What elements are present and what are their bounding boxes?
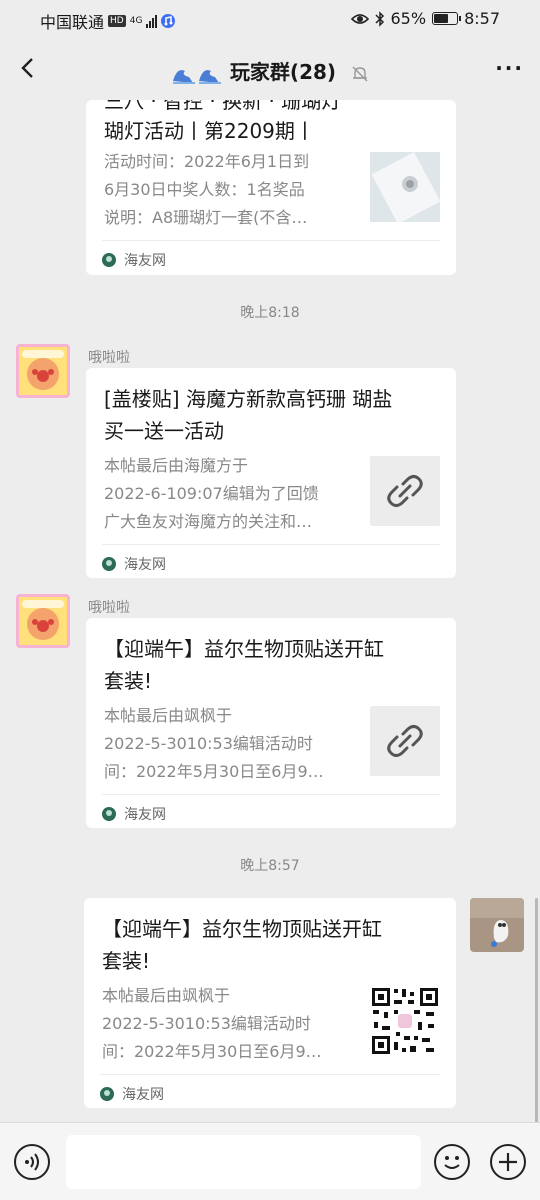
message-card[interactable]: [盖楼贴] 海魔方新款高钙珊 瑚盐 买一送一活动 本帖最后由海魔方于 2022-…	[86, 368, 456, 578]
source-logo-icon	[102, 253, 116, 267]
avatar[interactable]	[16, 594, 70, 648]
music-icon	[161, 14, 176, 28]
message-card[interactable]: 三八 · 智控 · 换新 · 珊瑚灯 瑚灯活动丨第2209期丨 活动时间：202…	[86, 100, 456, 275]
card-source: 海友网	[102, 250, 166, 270]
card-desc-line: 间：2022年5月30日至6月9…	[104, 762, 324, 781]
network-type-label: 4G	[129, 15, 143, 26]
message-card[interactable]: 【迎端午】益尔生物顶贴送开缸 套装! 本帖最后由飒枫于 2022-5-3010:…	[86, 618, 456, 828]
card-title-line: 瑚灯活动丨第2209期丨	[104, 119, 315, 143]
link-icon	[387, 475, 423, 507]
card-desc-line: 活动时间：2022年6月1日到	[104, 152, 310, 171]
eye-icon	[350, 13, 369, 24]
source-logo-icon	[102, 557, 116, 571]
timestamp: 晚上8:18	[240, 305, 300, 321]
carrier-label: 中国联通	[40, 13, 105, 32]
source-logo-icon	[102, 807, 116, 821]
plus-icon[interactable]	[490, 1144, 526, 1180]
bluetooth-icon	[374, 10, 384, 27]
source-logo-icon	[100, 1087, 114, 1101]
hd-badge: HD	[108, 15, 126, 27]
qr-code-icon	[370, 986, 440, 1056]
battery-percent: 65%	[390, 9, 427, 28]
status-right: 65% 8:57	[350, 9, 500, 28]
emoji-icon[interactable]	[434, 1144, 470, 1180]
card-desc-line: 间：2022年5月30日至6月9…	[102, 1042, 322, 1061]
card-title-line: 【迎端午】益尔生物顶贴送开缸	[102, 917, 382, 941]
source-name: 海友网	[124, 557, 166, 573]
card-title-line: 套装!	[102, 949, 151, 973]
chat-header: 玩家群(28) ···	[0, 38, 540, 100]
status-left: 中国联通 HD 4G	[40, 9, 176, 33]
card-source: 海友网	[102, 554, 166, 574]
link-icon	[387, 725, 423, 757]
message-input[interactable]	[66, 1135, 421, 1189]
card-desc-line: 2022-5-3010:53编辑活动时	[102, 1014, 311, 1033]
qr-code-thumbnail	[370, 986, 440, 1056]
card-divider	[102, 544, 440, 545]
card-thumbnail	[370, 706, 440, 776]
card-desc-line: 2022-5-3010:53编辑活动时	[104, 734, 313, 753]
status-time: 8:57	[464, 9, 500, 28]
card-divider	[100, 1074, 440, 1075]
card-divider	[102, 240, 440, 241]
chat-title: 玩家群(28)	[229, 60, 337, 84]
source-name: 海友网	[122, 1087, 164, 1103]
input-bar	[0, 1122, 540, 1200]
wave-emoji-icon	[172, 69, 221, 84]
card-desc-line: 说明：A8珊瑚灯一套(不含…	[104, 208, 308, 227]
signal-icon	[146, 14, 158, 28]
mute-bell-icon	[352, 66, 368, 81]
card-title-line: [盖楼贴] 海魔方新款高钙珊 瑚盐	[104, 387, 393, 411]
more-icon[interactable]: ···	[495, 56, 524, 80]
status-bar: 中国联通 HD 4G 65% 8:57	[0, 0, 540, 38]
message-card-self[interactable]: 【迎端午】益尔生物顶贴送开缸 套装! 本帖最后由飒枫于 2022-5-3010:…	[84, 898, 456, 1108]
card-desc-line: 本帖最后由飒枫于	[104, 706, 233, 725]
sender-name: 哦啦啦	[88, 600, 130, 616]
voice-icon[interactable]	[14, 1144, 50, 1180]
card-desc-line: 2022-6-109:07编辑为了回馈	[104, 484, 319, 503]
chat-title-row: 玩家群(28)	[0, 56, 540, 85]
card-title-line: 【迎端午】益尔生物顶贴送开缸	[104, 637, 384, 661]
card-thumbnail	[370, 456, 440, 526]
card-title-partial: 三八 · 智控 · 换新 · 珊瑚灯	[104, 100, 342, 113]
timestamp: 晚上8:57	[240, 858, 300, 874]
card-divider	[102, 794, 440, 795]
source-name: 海友网	[124, 253, 166, 269]
sender-name: 哦啦啦	[88, 350, 130, 366]
card-desc-line: 6月30日中奖人数：1名奖品	[104, 180, 305, 199]
card-source: 海友网	[102, 804, 166, 824]
card-title-line: 套装!	[104, 669, 153, 693]
self-avatar[interactable]	[470, 898, 524, 952]
avatar[interactable]	[16, 344, 70, 398]
card-title-line: 买一送一活动	[104, 419, 224, 443]
scrollbar[interactable]	[535, 898, 538, 1124]
card-desc-line: 广大鱼友对海魔方的关注和…	[104, 512, 313, 531]
card-thumbnail-image	[370, 152, 441, 224]
card-desc-line: 本帖最后由飒枫于	[102, 986, 231, 1005]
card-desc-line: 本帖最后由海魔方于	[104, 456, 249, 475]
battery-icon	[432, 12, 462, 25]
card-source: 海友网	[100, 1084, 164, 1104]
source-name: 海友网	[124, 807, 166, 823]
